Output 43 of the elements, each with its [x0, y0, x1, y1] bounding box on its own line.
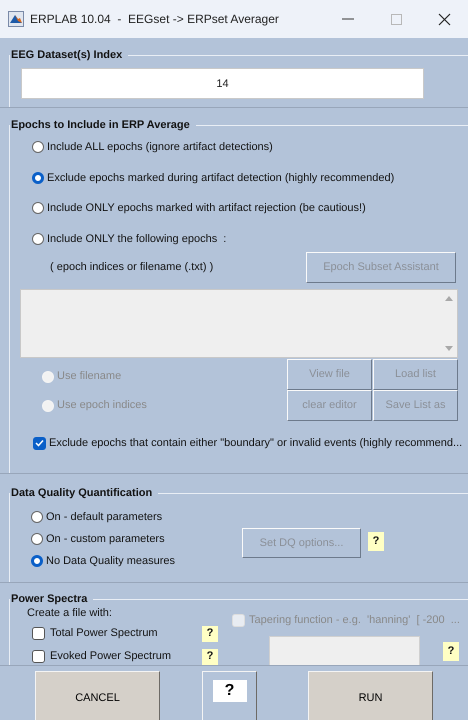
checkbox-label: Exclude epochs that contain either "boundary" or invalid events (highly recommend...	[49, 436, 462, 451]
caption-text: Create a file with:	[27, 607, 113, 620]
radio-label: Include ONLY epochs marked with artifact rejection (be cautious!)	[47, 201, 366, 216]
radio-button[interactable]	[31, 555, 43, 567]
radio-label: Use epoch indices	[57, 398, 147, 414]
radio-label: Use filename	[57, 369, 122, 384]
help-button[interactable]: ?	[202, 648, 218, 664]
checkbox-label: Tapering function - e.g. 'hanning' [ -200 ...	[249, 613, 460, 628]
panel-title: Data Quality Quantification	[10, 486, 154, 500]
radio-label: On - default parameters	[46, 510, 162, 525]
help-button[interactable]: ?	[443, 642, 459, 660]
tapering-field[interactable]	[269, 636, 420, 665]
checkbox-label: Evoked Power Spectrum	[50, 649, 172, 664]
radio-button[interactable]	[32, 202, 44, 214]
help-button[interactable]: ?	[368, 532, 384, 551]
panel-title: Power Spectra	[10, 592, 88, 606]
close-icon	[438, 12, 450, 26]
radio-button[interactable]	[31, 511, 43, 523]
checkbox[interactable]	[33, 436, 46, 450]
radio-button[interactable]	[32, 141, 44, 154]
radio-label: No Data Quality measures	[46, 554, 175, 569]
cancel-button[interactable]: CANCEL	[35, 671, 160, 720]
checkbox-label: Total Power Spectrum	[50, 626, 159, 642]
radio-label: Exclude epochs marked during artifact detection (highly recommended)	[47, 170, 394, 186]
checkbox[interactable]	[32, 650, 45, 663]
app-icon	[8, 11, 24, 27]
hint-text: ( epoch indices or filename (.txt) )	[50, 260, 214, 275]
help-button[interactable]: ?	[202, 671, 257, 720]
dataset-index-field[interactable]: 14	[21, 68, 424, 99]
radio-label: Include ALL epochs (ignore artifact detections)	[47, 140, 273, 155]
run-button[interactable]: RUN	[308, 671, 433, 720]
panel-title: EEG Dataset(s) Index	[10, 48, 124, 62]
radio-button[interactable]	[32, 232, 44, 245]
help-button[interactable]: ?	[202, 626, 218, 642]
radio-button[interactable]	[32, 172, 44, 184]
window-title: ERPLAB 10.04 - EEGset -> ERPset Averager	[30, 11, 279, 28]
panel-title: Epochs to Include in ERP Average	[10, 118, 191, 132]
radio-label: On - custom parameters	[46, 532, 165, 547]
maximize-icon	[390, 14, 402, 24]
minimize-icon	[342, 18, 354, 20]
radio-button[interactable]	[31, 533, 43, 545]
checkbox[interactable]	[32, 627, 45, 640]
radio-label: Include ONLY the following epochs :	[47, 232, 226, 246]
